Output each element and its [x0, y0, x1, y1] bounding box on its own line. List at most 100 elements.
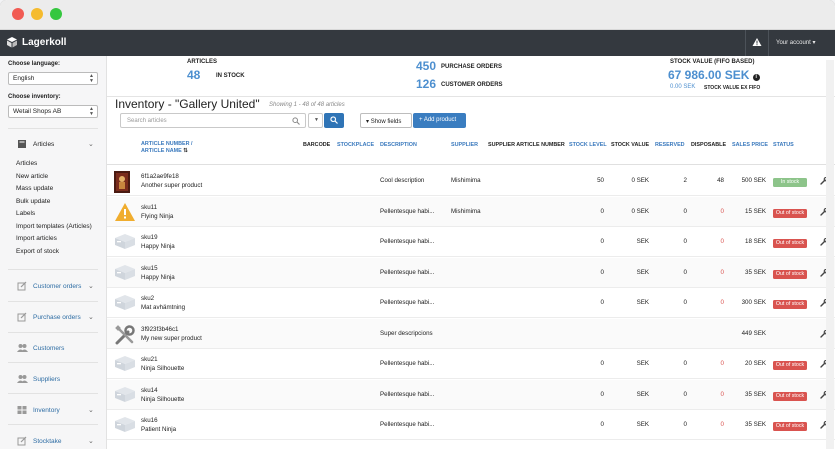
- article-name[interactable]: Patient Ninja: [141, 425, 176, 434]
- sidebar-link-import-articles[interactable]: Import articles: [16, 235, 57, 242]
- sidebar-link-export-of-stock[interactable]: Export of stock: [16, 248, 59, 255]
- article-name[interactable]: Happy Ninja: [141, 273, 175, 282]
- article-name[interactable]: My new super product: [141, 334, 202, 343]
- column-article-number[interactable]: ARTICLE NUMBER /: [141, 141, 193, 148]
- scrollbar[interactable]: [826, 60, 834, 449]
- table-row[interactable]: sku2 Mat avhämtning Pellentesque habi... 0 S…: [107, 288, 835, 318]
- table-row[interactable]: sku19 Happy Ninja Pellentesque habi... 0 SEK…: [107, 227, 835, 257]
- sidebar-section-label: Suppliers: [33, 376, 61, 383]
- sidebar-link-labels[interactable]: Labels: [16, 210, 35, 217]
- box-placeholder-icon[interactable]: [114, 263, 136, 283]
- column-stockplace[interactable]: STOCKPLACE: [337, 142, 374, 149]
- product-thumbnail[interactable]: [114, 171, 130, 195]
- minimize-window-button[interactable]: [31, 8, 43, 20]
- column-supplier[interactable]: SUPPLIER: [451, 142, 478, 149]
- close-window-button[interactable]: [12, 8, 24, 20]
- inventory-label: Choose inventory:: [8, 94, 61, 100]
- sidebar-section-articles[interactable]: Articles ⌄: [0, 134, 106, 156]
- table-row[interactable]: 6f1a2ae9fe18 Another super product Cool de…: [107, 166, 835, 196]
- show-fields-button[interactable]: ▾ Show fields: [360, 113, 412, 128]
- box-placeholder-icon[interactable]: [114, 354, 136, 374]
- box-placeholder-icon[interactable]: [114, 232, 136, 252]
- brand-logo[interactable]: Lagerkoll: [6, 36, 66, 48]
- sidebar-section-purchase-orders[interactable]: Purchase orders ⌄: [0, 307, 106, 329]
- sidebar-link-articles[interactable]: Articles: [16, 160, 37, 167]
- tools-icon[interactable]: [114, 324, 136, 348]
- article-name[interactable]: Mat avhämtning: [141, 303, 185, 312]
- stock-value-ex-label: STOCK VALUE EX FIFO: [704, 85, 761, 91]
- sidebar-section-customers[interactable]: Customers: [0, 338, 106, 360]
- column-disposable[interactable]: DISPOSABLE: [691, 142, 726, 149]
- account-menu[interactable]: Your account ▾: [776, 39, 816, 46]
- table-header: ARTICLE NUMBER / ARTICLE NAME ⇅ BARCODE …: [107, 140, 835, 165]
- description-cell: Pellentesque habi...: [380, 238, 435, 245]
- article-number[interactable]: 6f1a2ae9fe18: [141, 172, 179, 181]
- add-product-button[interactable]: + Add product: [413, 113, 466, 128]
- sidebar-divider: [8, 424, 98, 425]
- table-row[interactable]: 3f923f3b46c1 My new super product Super de…: [107, 318, 835, 349]
- maximize-window-button[interactable]: [50, 8, 62, 20]
- article-name[interactable]: Happy Ninja: [141, 242, 175, 251]
- article-name[interactable]: Flying Ninja: [141, 212, 173, 221]
- box-placeholder-icon[interactable]: [114, 293, 136, 313]
- column-article-name[interactable]: ARTICLE NAME ⇅: [141, 148, 188, 155]
- sales-price-cell: 18 SEK: [745, 238, 766, 245]
- description-cell: Pellentesque habi...: [380, 207, 435, 215]
- stock-level-cell: 0: [600, 360, 604, 367]
- table-row[interactable]: sku14 Ninja Silhouette Pellentesque habi..…: [107, 379, 835, 410]
- top-navbar: Lagerkoll Your account ▾: [0, 30, 835, 56]
- column-article-name-label: ARTICLE NAME: [141, 148, 182, 154]
- column-stock-value[interactable]: STOCK VALUE: [611, 142, 649, 149]
- articles-icon: [18, 140, 26, 148]
- article-name[interactable]: Ninja Silhouette: [141, 395, 184, 404]
- search-icon: [292, 117, 300, 125]
- table-row[interactable]: sku15 Happy Ninja Pellentesque habi... 0 SEK…: [107, 257, 835, 288]
- sidebar-divider: [8, 269, 98, 270]
- column-sales-price[interactable]: SALES PRICE: [732, 142, 768, 149]
- sidebar-section-customer-orders[interactable]: Customer orders ⌄: [0, 276, 106, 298]
- table-row[interactable]: sku21 Ninja Silhouette Pellentesque habi..…: [107, 349, 835, 379]
- article-number[interactable]: sku2: [141, 294, 154, 303]
- alert-icon[interactable]: [752, 37, 762, 47]
- search-filter-dropdown[interactable]: ▼: [308, 113, 323, 128]
- article-number[interactable]: sku11: [141, 203, 157, 212]
- sidebar-section-stocktake[interactable]: Stocktake ⌄: [0, 431, 106, 449]
- language-select[interactable]: English ▲ ▼: [8, 72, 98, 85]
- add-product-label: + Add product: [419, 117, 457, 123]
- sidebar-section-inventory[interactable]: Inventory ⌄: [0, 400, 106, 422]
- column-stock-level[interactable]: STOCK LEVEL: [569, 142, 607, 149]
- article-number[interactable]: sku14: [141, 386, 158, 395]
- table-row[interactable]: sku16 Patient Ninja Pellentesque habi... 0 S…: [107, 410, 835, 440]
- column-reserved[interactable]: RESERVED: [655, 142, 685, 149]
- info-icon[interactable]: i: [752, 74, 760, 81]
- column-supplier-article-number[interactable]: SUPPLIER ARTICLE NUMBER: [488, 142, 565, 149]
- sales-price-cell: 35 SEK: [745, 268, 766, 276]
- article-name[interactable]: Another super product: [141, 181, 202, 190]
- search-button[interactable]: [324, 113, 344, 128]
- article-number[interactable]: sku21: [141, 355, 158, 364]
- article-number[interactable]: sku19: [141, 233, 158, 242]
- app-window: Lagerkoll Your account ▾ Choose language…: [0, 0, 835, 449]
- sidebar-divider: [8, 362, 98, 363]
- column-description[interactable]: DESCRIPTION: [380, 142, 417, 149]
- box-placeholder-icon[interactable]: [114, 415, 136, 435]
- sidebar-section-suppliers[interactable]: Suppliers: [0, 369, 106, 391]
- article-number[interactable]: sku15: [141, 264, 158, 273]
- box-placeholder-icon[interactable]: [114, 385, 136, 405]
- sidebar-link-bulk-update[interactable]: Bulk update: [16, 198, 50, 205]
- sidebar-link-mass-update[interactable]: Mass update: [16, 185, 53, 192]
- column-barcode[interactable]: BARCODE: [303, 142, 330, 149]
- table-row[interactable]: sku11 Flying Ninja Pellentesque habi... Mis…: [107, 196, 835, 227]
- article-number[interactable]: sku16: [141, 416, 158, 425]
- sidebar-link-import-templates[interactable]: Import templates (Articles): [16, 223, 92, 230]
- column-status[interactable]: STATUS: [773, 142, 794, 149]
- sidebar-link-new-article[interactable]: New article: [16, 173, 48, 180]
- article-name[interactable]: Ninja Silhouette: [141, 364, 184, 373]
- caret-down-icon: ▾: [366, 119, 370, 125]
- search-input[interactable]: Search articles: [120, 113, 306, 128]
- article-number[interactable]: 3f923f3b46c1: [141, 325, 179, 334]
- warning-icon[interactable]: [114, 202, 136, 224]
- inventory-select[interactable]: Wetail Shops AB ▲ ▼: [8, 105, 98, 118]
- reserved-cell: 0: [683, 268, 687, 276]
- stock-value-cell: SEK: [636, 299, 649, 306]
